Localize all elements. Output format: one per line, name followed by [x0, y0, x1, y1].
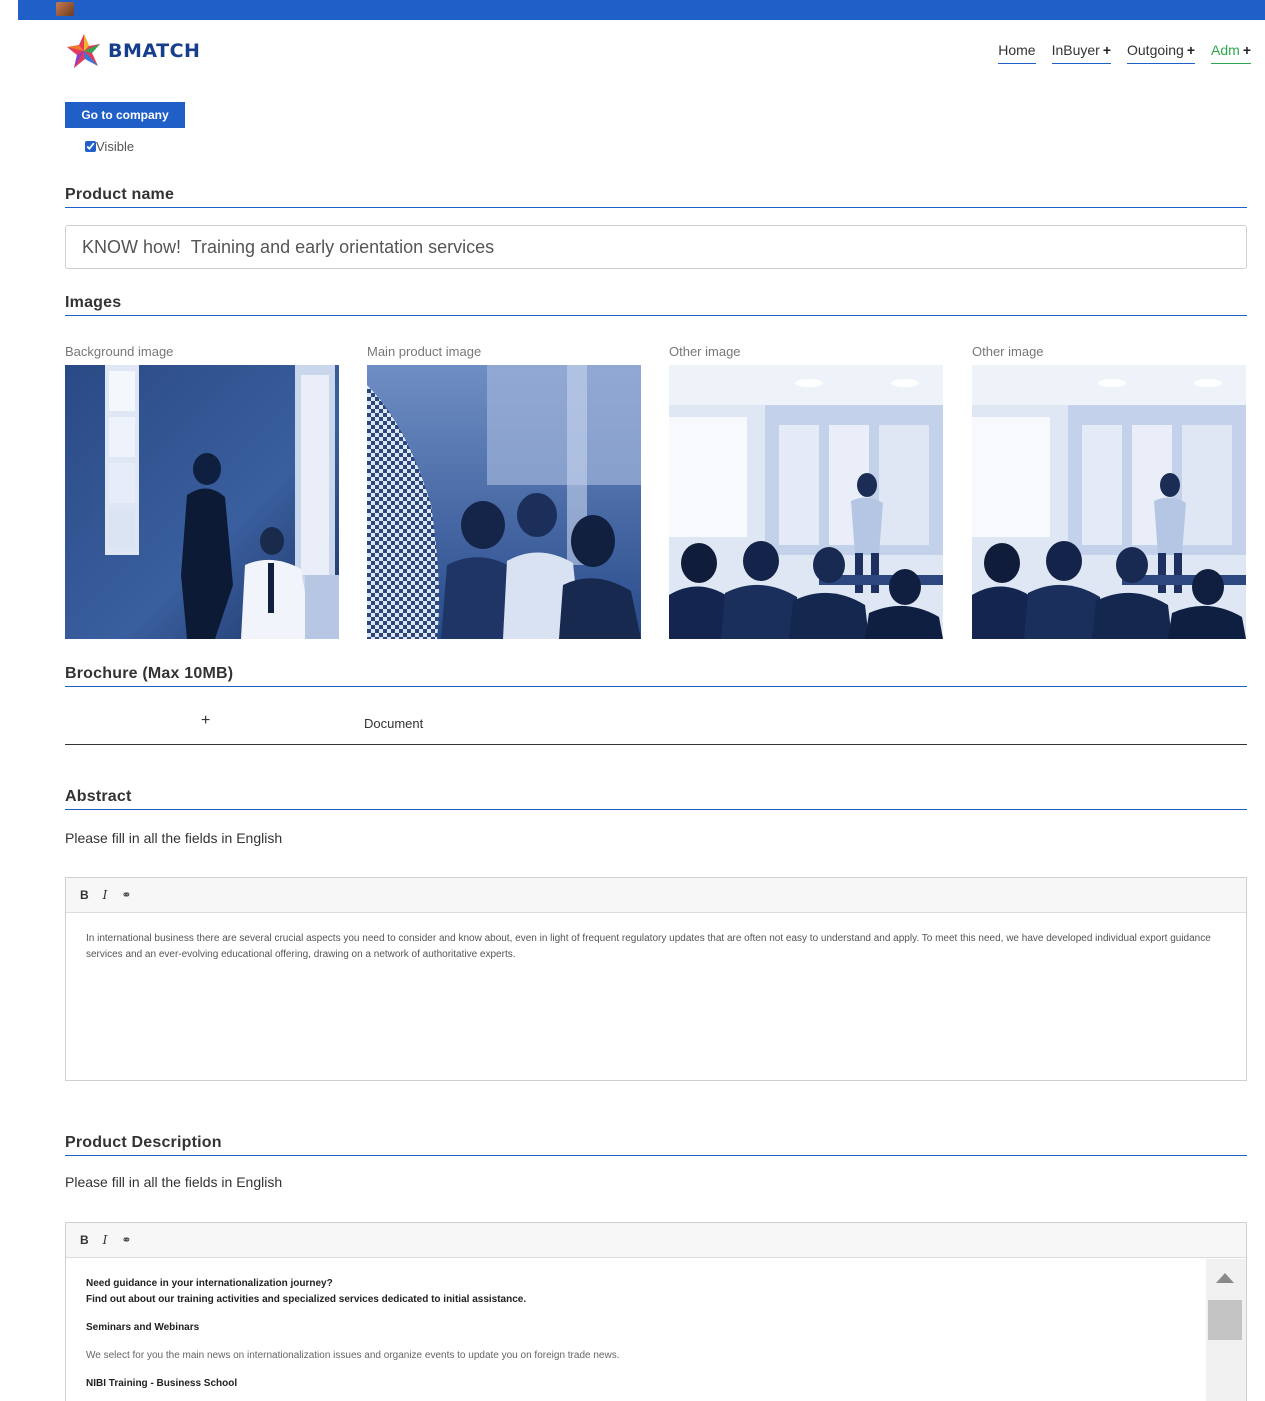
image-slot-background: Background image: [65, 344, 339, 639]
brochure-heading: Brochure (Max 10MB): [65, 665, 1247, 687]
brochure-row: + Document: [65, 700, 1247, 745]
visible-toggle[interactable]: Visible: [85, 139, 134, 154]
nav-inbuyer-label: InBuyer: [1051, 42, 1100, 58]
description-subheading: Seminars and Webinars: [86, 1322, 200, 1333]
abstract-heading: Abstract: [65, 788, 1247, 810]
logo[interactable]: BMATCH: [66, 32, 200, 70]
description-heading: Product Description: [65, 1134, 1247, 1156]
images-heading: Images: [65, 294, 1247, 316]
audience-blur-photo-icon[interactable]: [367, 365, 641, 639]
nav-adm-label: Adm: [1211, 42, 1240, 58]
abstract-hint: Please fill in all the fields in English: [65, 830, 283, 846]
description-scrollbar[interactable]: [1206, 1259, 1246, 1401]
description-line: Need guidance in your internationalizati…: [86, 1278, 333, 1289]
image-slot-main: Main product image: [367, 344, 641, 639]
visible-checkbox[interactable]: [85, 141, 96, 152]
product-name-heading: Product name: [65, 186, 1247, 208]
plus-icon: +: [1102, 42, 1111, 58]
seminar-photo-icon[interactable]: [669, 365, 943, 639]
image-slot-other-1: Other image: [669, 344, 943, 639]
description-text[interactable]: Need guidance in your internationalizati…: [66, 1258, 1246, 1401]
nav-outgoing-label: Outgoing: [1127, 42, 1184, 58]
user-avatar[interactable]: [56, 2, 74, 16]
abstract-editor: B I ⚭ In international business there ar…: [65, 877, 1247, 1081]
image-slot-label: Other image: [972, 344, 1044, 359]
main-nav: Home InBuyer + Outgoing + Adm +: [998, 42, 1251, 64]
add-brochure-button[interactable]: +: [201, 712, 210, 730]
logo-text: BMATCH: [108, 40, 201, 62]
image-slot-label: Background image: [65, 344, 174, 359]
nav-inbuyer[interactable]: InBuyer +: [1051, 42, 1111, 64]
description-toolbar: B I ⚭: [66, 1223, 1246, 1258]
nav-outgoing[interactable]: Outgoing +: [1127, 42, 1196, 64]
description-editor: B I ⚭ Need guidance in your internationa…: [65, 1222, 1247, 1401]
description-hint: Please fill in all the fields in English: [65, 1174, 283, 1190]
image-slot-label: Main product image: [367, 344, 482, 359]
image-slot-other-2: Other image: [972, 344, 1246, 639]
nav-adm[interactable]: Adm +: [1211, 42, 1251, 64]
image-slot-label: Other image: [669, 344, 741, 359]
go-to-company-button[interactable]: Go to company: [65, 102, 185, 128]
nav-home-label: Home: [998, 42, 1036, 58]
seminar-photo-icon[interactable]: [972, 365, 1246, 639]
scroll-thumb[interactable]: [1208, 1300, 1242, 1340]
plus-icon: +: [1242, 42, 1251, 58]
logo-star-icon: [66, 32, 102, 70]
visible-label: Visible: [96, 139, 135, 154]
italic-button[interactable]: I: [103, 888, 108, 902]
bold-button[interactable]: B: [80, 1233, 89, 1247]
plus-icon: +: [1186, 42, 1196, 58]
top-bar: [18, 0, 1265, 20]
scroll-up-icon[interactable]: [1216, 1273, 1234, 1283]
navbar: BMATCH Home InBuyer + Outgoing + Adm +: [18, 20, 1265, 82]
italic-button[interactable]: I: [103, 1233, 108, 1247]
link-icon[interactable]: ⚭: [121, 1233, 131, 1247]
nav-home[interactable]: Home: [998, 42, 1036, 64]
document-column-label: Document: [364, 716, 424, 731]
abstract-text[interactable]: In international business there are seve…: [66, 913, 1246, 981]
description-paragraph: We select for you the main news on inter…: [86, 1350, 620, 1361]
description-subheading: NIBI Training - Business School: [86, 1378, 238, 1389]
office-meeting-photo-icon[interactable]: [65, 365, 339, 639]
product-name-input[interactable]: [65, 225, 1247, 269]
bold-button[interactable]: B: [80, 888, 89, 902]
link-icon[interactable]: ⚭: [121, 888, 131, 902]
description-line: Find out about our training activities a…: [86, 1294, 527, 1305]
abstract-toolbar: B I ⚭: [66, 878, 1246, 913]
